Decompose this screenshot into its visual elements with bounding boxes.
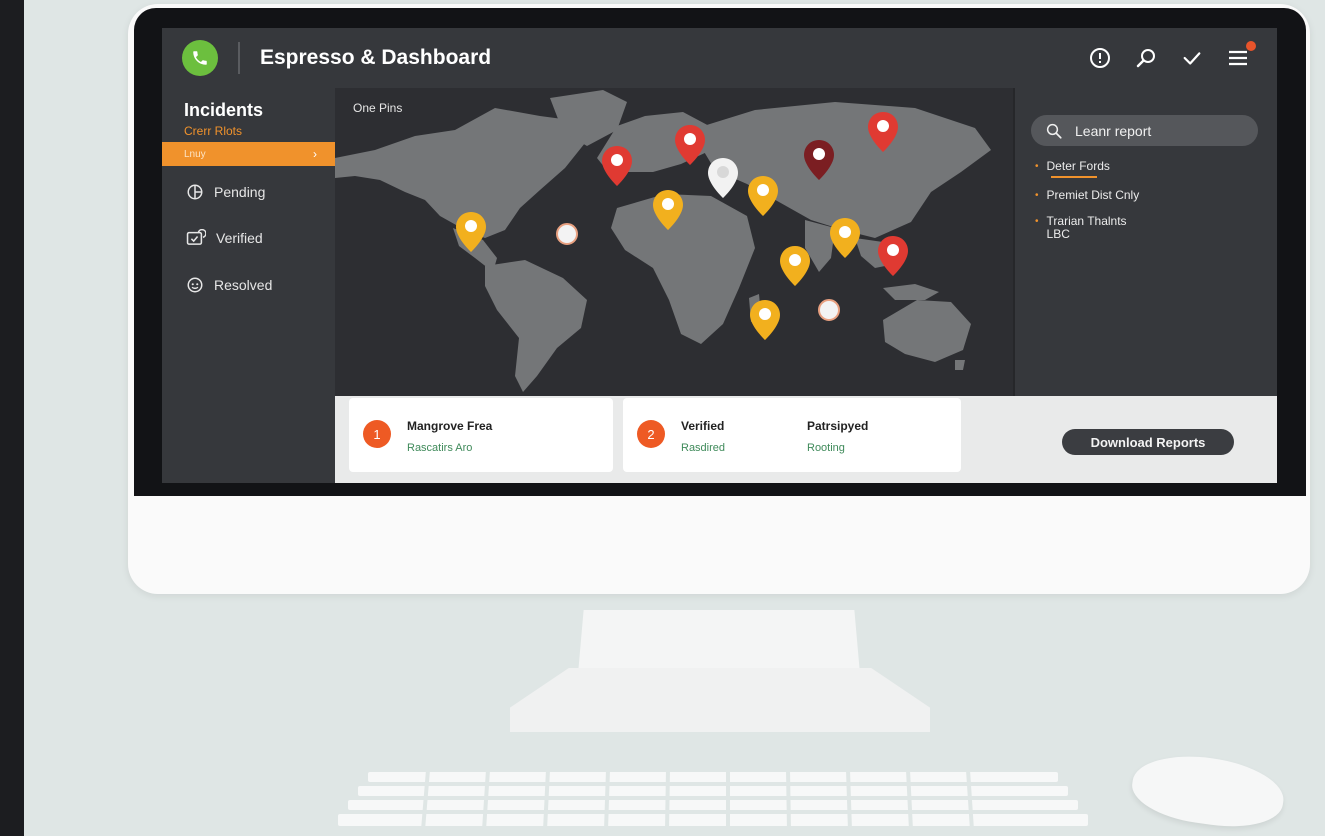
report-search[interactable]: Leanr report	[1031, 115, 1258, 146]
world-map[interactable]: One Pins	[335, 88, 1013, 396]
card-subtitle: Rascatirs Aro	[407, 442, 473, 454]
bullet-icon: •	[1035, 161, 1039, 172]
card-title: Verified	[681, 419, 725, 433]
right-panel: Leanr report • Deter Fords • Premiet Dis…	[1013, 88, 1277, 396]
avatar-marker[interactable]	[818, 299, 840, 321]
summary-card[interactable]: 2 Verified Rasdired Patrsipyed Rooting	[623, 398, 961, 472]
map-pin-icon[interactable]	[828, 216, 862, 260]
sidebar-item-label: Resolved	[214, 277, 273, 293]
app-title: Espresso & Dashboard	[260, 46, 492, 69]
map-pin-icon[interactable]	[778, 244, 812, 288]
report-item[interactable]: • Trarian Thalnts LBC	[1035, 215, 1127, 241]
app-header: Espresso & Dashboard	[162, 28, 1277, 88]
report-item-label: Premiet Dist Cnly	[1046, 188, 1140, 202]
mouse	[1128, 747, 1288, 835]
sidebar-item-verified[interactable]: Verified	[186, 229, 263, 247]
sidebar: Incidents Crerr Rlots Lnuy › Pending Ver…	[162, 88, 335, 483]
map-pin-icon[interactable]	[748, 298, 782, 342]
pending-icon	[187, 184, 203, 200]
report-item-sublabel: LBC	[1046, 227, 1070, 241]
check-icon[interactable]	[1179, 45, 1205, 71]
map-pin-icon[interactable]	[866, 110, 900, 154]
sidebar-title: Incidents	[184, 100, 264, 120]
map-pin-icon[interactable]	[876, 234, 910, 278]
sidebar-subtitle: Crerr Rlots	[184, 124, 243, 138]
alert-circle-icon[interactable]	[1087, 45, 1113, 71]
sidebar-item-resolved[interactable]: Resolved	[186, 276, 272, 294]
search-icon	[1046, 123, 1062, 139]
phone-logo-icon[interactable]	[182, 40, 218, 76]
card-number-badge: 1	[363, 420, 391, 448]
report-item[interactable]: • Premiet Dist Cnly	[1035, 189, 1139, 202]
sidebar-item-label: Verified	[216, 230, 263, 246]
map-pin-icon[interactable]	[600, 144, 634, 188]
sidebar-item-label: Pending	[214, 184, 266, 200]
bullet-icon: •	[1035, 190, 1039, 201]
monitor-stand-neck	[578, 610, 860, 674]
map-pin-icon[interactable]	[746, 174, 780, 218]
sidebar-item-pending[interactable]: Pending	[186, 183, 265, 201]
sidebar-item-active[interactable]: Lnuy ›	[162, 142, 335, 166]
card-subtitle-secondary: Rooting	[807, 442, 845, 454]
report-item-label: Deter Fords	[1046, 159, 1110, 173]
active-underline	[1051, 176, 1097, 178]
report-item[interactable]: • Deter Fords	[1035, 160, 1110, 173]
card-title-secondary: Patrsipyed	[807, 419, 869, 433]
chevron-right-icon: ›	[313, 147, 317, 161]
notification-dot	[1246, 41, 1256, 51]
map-pin-icon[interactable]	[802, 138, 836, 182]
map-label: One Pins	[353, 101, 403, 115]
verified-icon	[186, 229, 206, 245]
summary-bar: 1 Mangrove Frea Rascatirs Aro 2 Verified…	[335, 396, 1277, 483]
sidebar-active-label: Lnuy	[184, 148, 206, 160]
map-pin-icon[interactable]	[673, 123, 707, 167]
dashboard-screen: Espresso & Dashboard Incidents Crerr Rlo…	[162, 28, 1277, 483]
search-icon[interactable]	[1133, 45, 1159, 71]
card-title: Mangrove Frea	[407, 419, 493, 433]
download-reports-button[interactable]: Download Reports	[1062, 429, 1234, 455]
avatar-marker[interactable]	[556, 223, 578, 245]
report-item-label: Trarian Thalnts	[1046, 214, 1127, 228]
bullet-icon: •	[1035, 216, 1039, 227]
map-pin-icon[interactable]	[651, 188, 685, 232]
menu-icon[interactable]	[1225, 41, 1256, 71]
map-pin-icon[interactable]	[454, 210, 488, 254]
header-divider	[238, 42, 240, 74]
summary-card[interactable]: 1 Mangrove Frea Rascatirs Aro	[349, 398, 613, 472]
card-number-badge: 2	[637, 420, 665, 448]
search-label: Leanr report	[1075, 122, 1152, 139]
card-subtitle: Rasdired	[681, 442, 726, 454]
monitor-stand-base	[510, 668, 930, 732]
keyboard	[338, 770, 1088, 830]
resolved-icon	[187, 277, 203, 293]
map-pin-icon[interactable]	[706, 156, 740, 200]
dark-edge-strip	[0, 0, 24, 836]
